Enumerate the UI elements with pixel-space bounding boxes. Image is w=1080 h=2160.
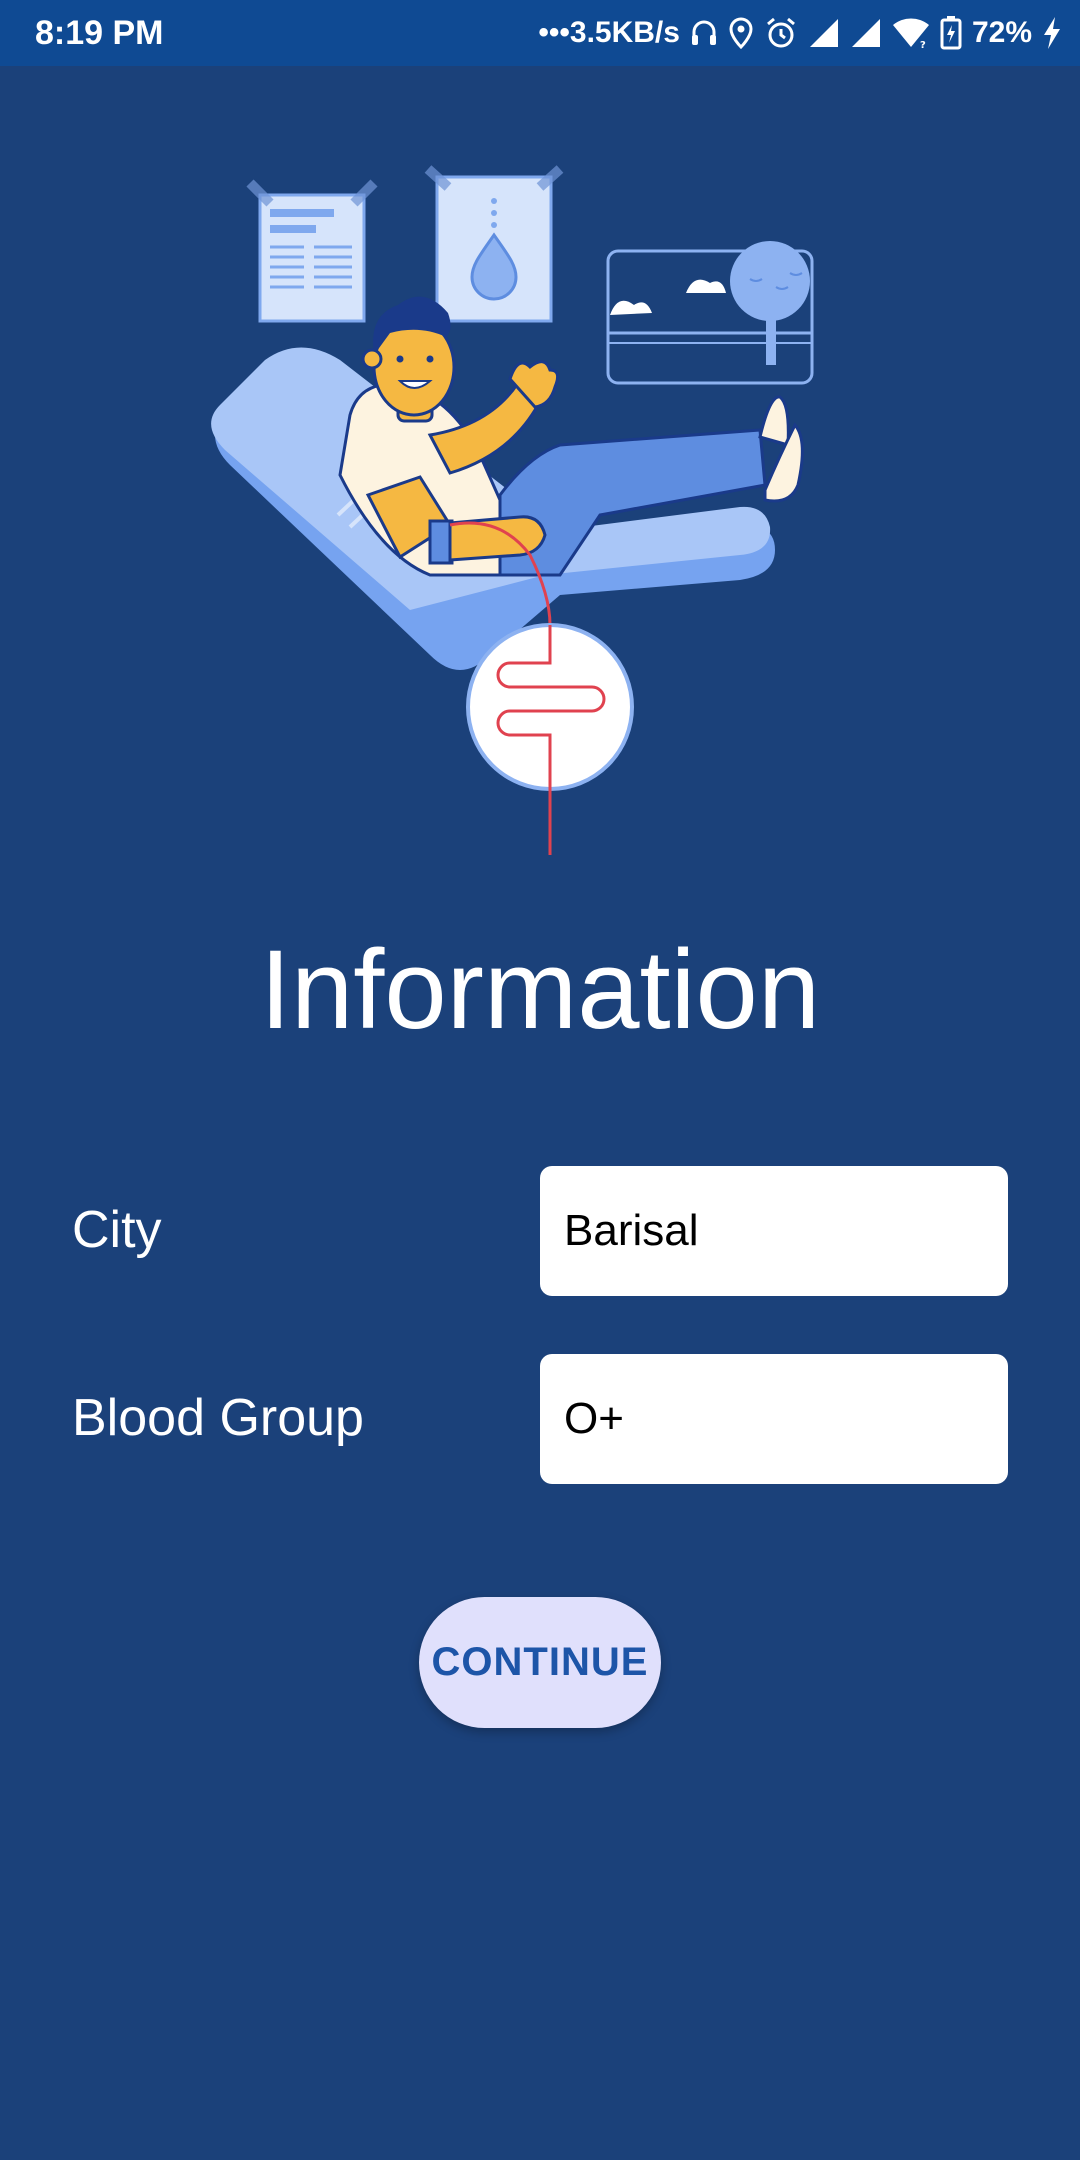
alarm-icon	[764, 16, 798, 50]
city-value: Barisal	[564, 1206, 699, 1255]
document-poster-icon	[246, 179, 378, 323]
signal-icon	[850, 17, 882, 49]
network-speed: •••3.5KB/s	[538, 16, 680, 49]
svg-text:?: ?	[920, 40, 926, 49]
charging-bolt-icon	[1042, 16, 1062, 50]
landscape-frame-icon	[606, 241, 814, 385]
city-label: City	[72, 1201, 162, 1259]
headphones-icon	[690, 18, 718, 48]
city-input[interactable]: Barisal	[540, 1166, 1008, 1296]
location-icon	[728, 17, 754, 49]
status-bar: 8:19 PM •••3.5KB/s ? 72%	[0, 0, 1080, 66]
status-time: 8:19 PM	[35, 14, 164, 52]
wifi-icon: ?	[892, 17, 930, 49]
blood-group-input[interactable]: O+	[540, 1354, 1008, 1484]
battery-percent: 72%	[971, 16, 1032, 49]
blood-drop-poster-icon	[424, 165, 564, 323]
signal-icon	[808, 17, 840, 49]
blood-group-value: O+	[564, 1394, 624, 1443]
blood-group-label: Blood Group	[72, 1389, 364, 1447]
blood-donation-illustration	[200, 155, 880, 865]
continue-button[interactable]: CONTINUE	[419, 1597, 661, 1728]
battery-charging-icon	[940, 16, 962, 50]
page-title: Information	[259, 927, 821, 1052]
status-icons: •••3.5KB/s ? 72%	[538, 10, 1062, 56]
